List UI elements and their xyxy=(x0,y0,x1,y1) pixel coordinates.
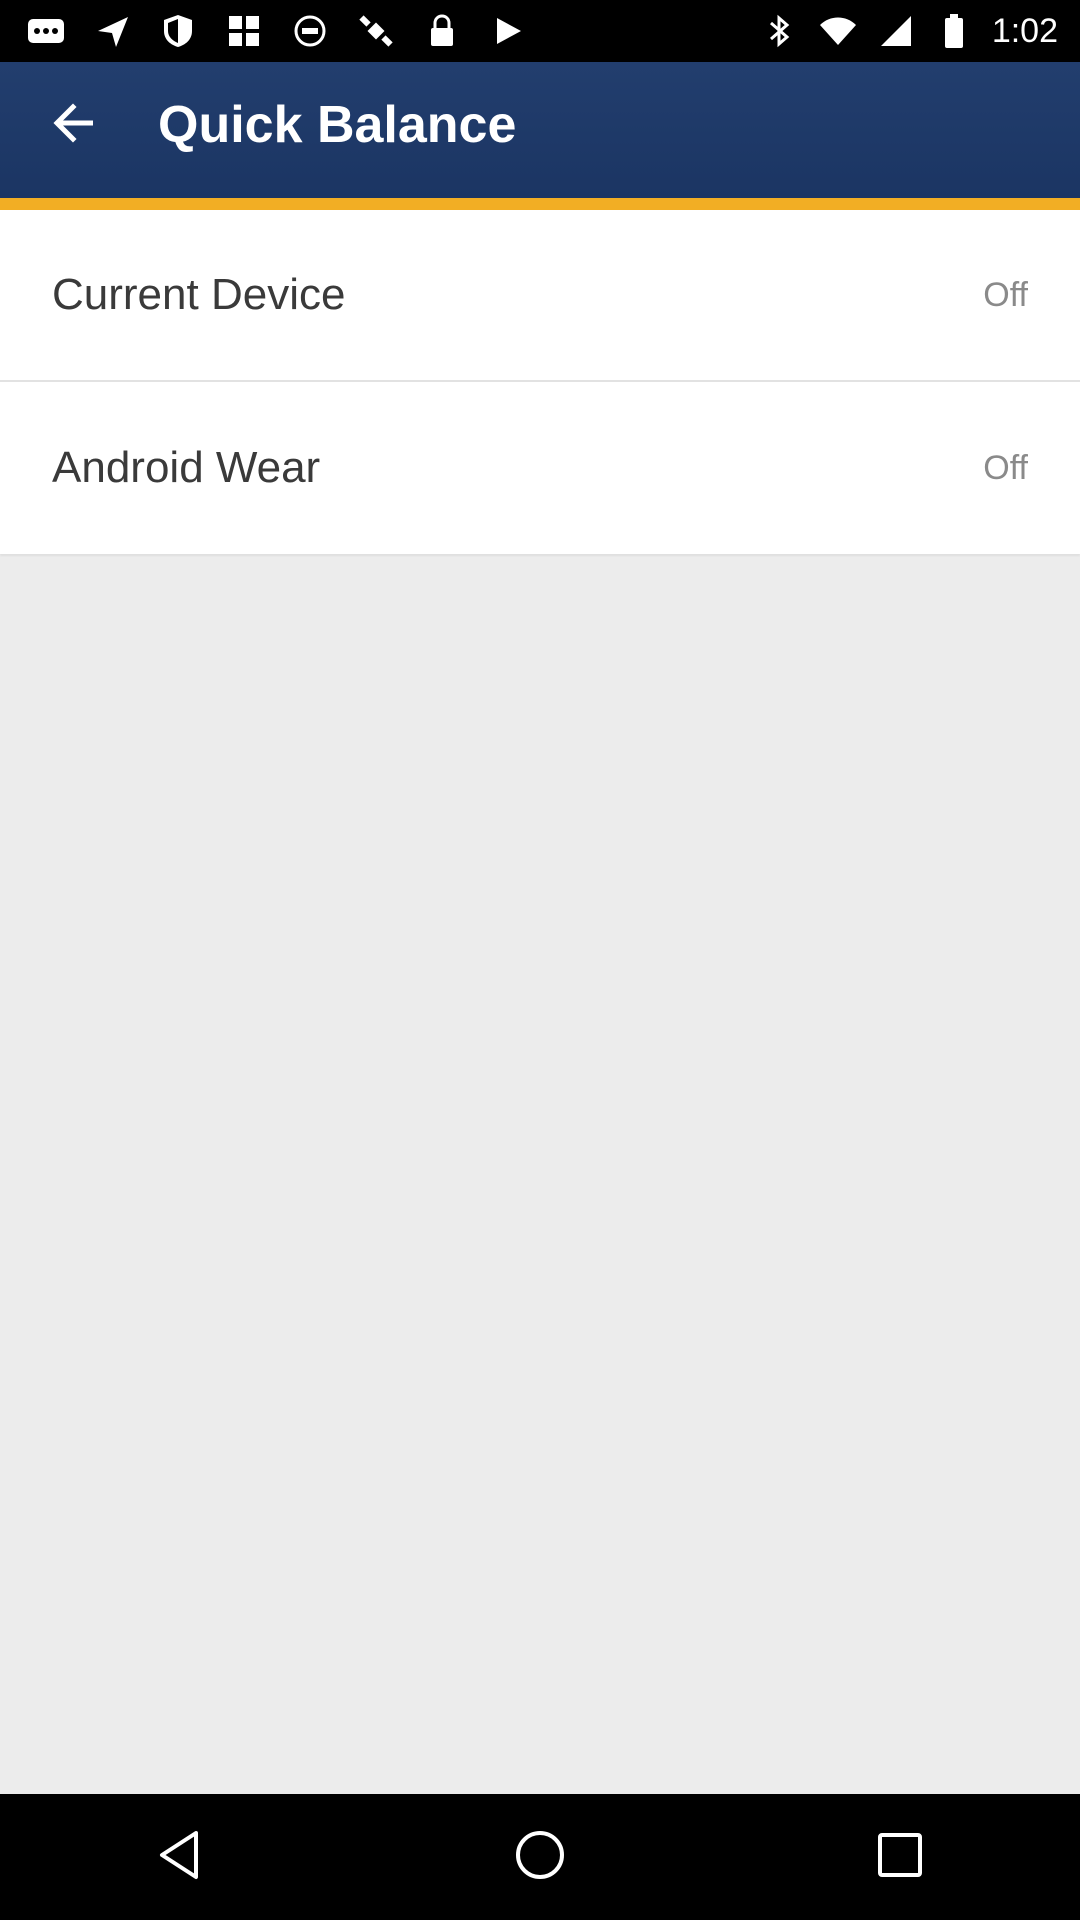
navigation-bar xyxy=(0,1794,1080,1920)
setting-current-device[interactable]: Current Device Off xyxy=(0,210,1080,382)
app-bar-accent xyxy=(0,198,1080,210)
more-icon xyxy=(26,11,66,51)
back-button[interactable] xyxy=(36,88,110,162)
signal-icon xyxy=(876,11,916,51)
setting-android-wear[interactable]: Android Wear Off xyxy=(0,382,1080,554)
nav-recents-button[interactable] xyxy=(837,1794,963,1920)
arrow-back-icon xyxy=(51,102,95,148)
wifi-icon xyxy=(818,11,858,51)
back-triangle-icon xyxy=(156,1829,204,1886)
play-store-icon xyxy=(488,11,528,51)
status-right-icons: 1:02 xyxy=(760,0,1058,62)
nav-back-button[interactable] xyxy=(117,1794,243,1920)
setting-label: Current Device xyxy=(52,270,346,319)
setting-label: Android Wear xyxy=(52,443,321,492)
status-bar: 1:02 xyxy=(0,0,1080,62)
status-left-icons xyxy=(26,0,528,62)
send-icon xyxy=(92,11,132,51)
nav-home-button[interactable] xyxy=(477,1794,603,1920)
settings-list: Current Device Off Android Wear Off xyxy=(0,210,1080,554)
bluetooth-icon xyxy=(760,11,800,51)
lock-icon xyxy=(422,11,462,51)
status-time: 1:02 xyxy=(991,11,1058,50)
setting-value: Off xyxy=(983,448,1028,487)
home-circle-icon xyxy=(514,1829,566,1886)
grid-icon xyxy=(224,11,264,51)
page-title: Quick Balance xyxy=(158,96,517,154)
block-icon xyxy=(290,11,330,51)
battery-icon xyxy=(934,11,974,51)
recents-square-icon xyxy=(876,1831,924,1884)
setting-value: Off xyxy=(983,275,1028,314)
satellite-icon xyxy=(356,11,396,51)
shield-icon xyxy=(158,11,198,51)
